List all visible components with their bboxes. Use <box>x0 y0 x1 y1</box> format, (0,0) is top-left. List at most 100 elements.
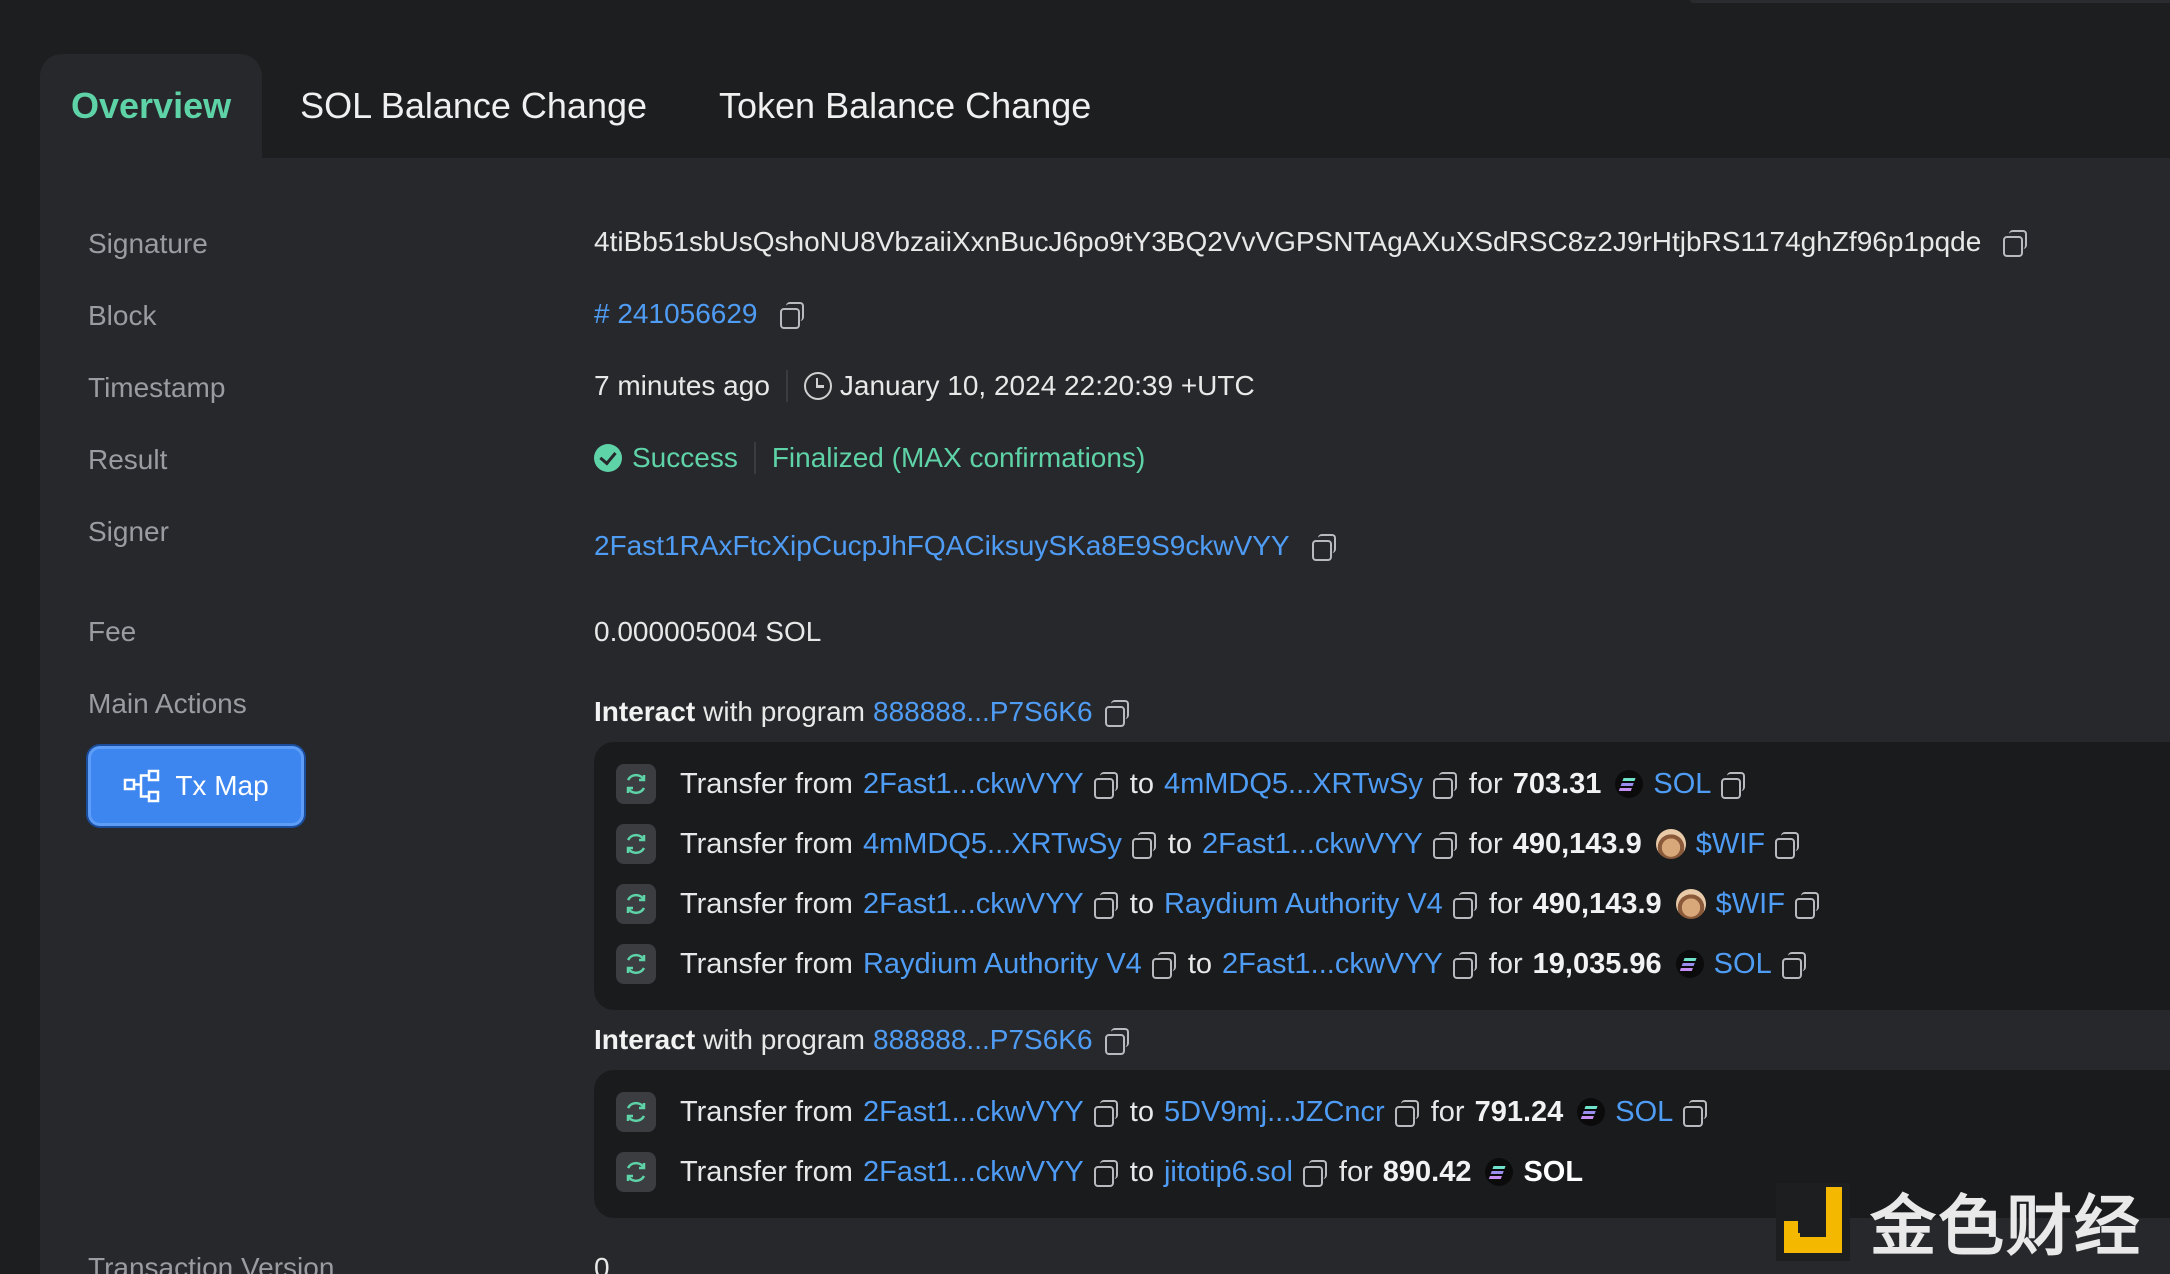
program-link[interactable]: 888888...P7S6K6 <box>873 1024 1093 1056</box>
jinse-logo-icon <box>1776 1183 1850 1261</box>
for-word: for <box>1488 947 1523 980</box>
copy-icon[interactable] <box>1719 770 1747 799</box>
tx-version-value: 0 <box>594 1252 610 1274</box>
to-address-link[interactable]: 2Fast1...ckwVYY <box>1222 948 1443 981</box>
signer-link[interactable]: 2Fast1RAxFtcXipCucpJhFQACiksuySKa8E9S9ck… <box>594 530 1290 562</box>
transfer-row: Transfer from 2Fast1...ckwVYY to jitotip… <box>616 1152 1583 1192</box>
copy-icon[interactable] <box>1431 830 1459 859</box>
refresh-icon <box>616 824 656 864</box>
copy-icon[interactable] <box>1103 1026 1131 1055</box>
timestamp-label: Timestamp <box>88 372 226 403</box>
result-label: Result <box>88 444 168 475</box>
from-address-link[interactable]: 2Fast1...ckwVYY <box>863 888 1084 921</box>
copy-icon[interactable] <box>2001 228 2029 257</box>
token-link[interactable]: $WIF <box>1696 828 1765 861</box>
page: Overview SOL Balance Change Token Balanc… <box>0 0 2170 1274</box>
wif-icon <box>1675 889 1706 919</box>
token-link[interactable]: SOL <box>1653 768 1711 801</box>
copy-icon[interactable] <box>1773 830 1801 859</box>
amount: 791.24 <box>1474 1095 1564 1128</box>
copy-icon[interactable] <box>1681 1098 1709 1127</box>
transfer-row: Transfer from 2Fast1...ckwVYY to 4mMDQ5.… <box>616 764 1747 804</box>
to-address-link[interactable]: 4mMDQ5...XRTwSy <box>1164 768 1423 801</box>
main-actions-label: Main Actions <box>88 688 247 719</box>
for-word: for <box>1338 1155 1373 1188</box>
transfer-row: Transfer from 4mMDQ5...XRTwSy to 2Fast1.… <box>616 824 1801 864</box>
success-check-icon <box>594 444 622 472</box>
copy-icon[interactable] <box>1130 830 1158 859</box>
clock-icon <box>803 372 832 400</box>
for-word: for <box>1430 1095 1465 1128</box>
flow-map-icon <box>124 769 160 803</box>
sol-icon <box>1485 1158 1514 1186</box>
amount: 19,035.96 <box>1532 947 1662 980</box>
transfer-from-word: Transfer from <box>680 767 853 800</box>
from-address-link[interactable]: 2Fast1...ckwVYY <box>863 768 1084 801</box>
for-word: for <box>1488 887 1523 920</box>
signature-value: 4tiBb51sbUsQshoNU8VbzaiiXxnBucJ6po9tY3BQ… <box>594 226 1982 257</box>
transfer-from-word: Transfer from <box>680 947 853 980</box>
copy-icon[interactable] <box>1301 1158 1329 1187</box>
token-link[interactable]: $WIF <box>1716 888 1785 921</box>
signature-row: 4tiBb51sbUsQshoNU8VbzaiiXxnBucJ6po9tY3BQ… <box>594 226 2029 258</box>
copy-icon[interactable] <box>1150 950 1178 979</box>
transfer-row: Transfer from 2Fast1...ckwVYY to Raydium… <box>616 884 1821 924</box>
transfer-from-word: Transfer from <box>680 827 853 860</box>
transfer-row: Transfer from 2Fast1...ckwVYY to 5DV9mj.… <box>616 1092 1709 1132</box>
amount: 490,143.9 <box>1512 827 1642 860</box>
copy-icon[interactable] <box>1451 890 1479 919</box>
to-address-link[interactable]: 5DV9mj...JZCncr <box>1164 1096 1385 1129</box>
to-word: to <box>1129 887 1154 920</box>
to-address-link[interactable]: Raydium Authority V4 <box>1164 888 1443 921</box>
copy-icon[interactable] <box>1451 950 1479 979</box>
result-status: Success <box>632 442 738 473</box>
timestamp-relative: 7 minutes ago <box>594 370 770 401</box>
copy-icon[interactable] <box>1780 950 1808 979</box>
token-link[interactable]: SOL <box>1615 1096 1673 1129</box>
transfer-from-word: Transfer from <box>680 1095 853 1128</box>
refresh-icon <box>616 884 656 924</box>
watermark-logo: 金色财经 <box>1776 1180 2156 1265</box>
tab-token-balance-change[interactable]: Token Balance Change <box>681 54 1125 158</box>
copy-icon[interactable] <box>1092 1098 1120 1127</box>
for-word: for <box>1468 767 1503 800</box>
for-word: for <box>1468 827 1503 860</box>
wif-icon <box>1655 829 1686 859</box>
transfer-row: Transfer from Raydium Authority V4 to 2F… <box>616 944 1808 984</box>
token-label: SOL <box>1523 1155 1584 1188</box>
copy-icon[interactable] <box>1103 698 1131 727</box>
tx-map-label: Tx Map <box>175 770 269 801</box>
sol-icon <box>1675 950 1704 978</box>
signer-row: 2Fast1RAxFtcXipCucpJhFQACiksuySKa8E9S9ck… <box>594 530 1338 562</box>
interact-prefix: Interact <box>594 1024 696 1055</box>
copy-icon[interactable] <box>1092 890 1120 919</box>
from-address-link[interactable]: 2Fast1...ckwVYY <box>863 1096 1084 1129</box>
copy-icon[interactable] <box>778 300 806 329</box>
copy-icon[interactable] <box>1793 890 1821 919</box>
to-address-link[interactable]: jitotip6.sol <box>1164 1156 1293 1189</box>
tx-map-button[interactable]: Tx Map <box>88 746 304 826</box>
program-link[interactable]: 888888...P7S6K6 <box>873 696 1093 728</box>
copy-icon[interactable] <box>1092 770 1120 799</box>
copy-icon[interactable] <box>1431 770 1459 799</box>
to-word: to <box>1129 767 1154 800</box>
to-address-link[interactable]: 2Fast1...ckwVYY <box>1202 828 1423 861</box>
transfer-from-word: Transfer from <box>680 1155 853 1188</box>
from-address-link[interactable]: 2Fast1...ckwVYY <box>863 1156 1084 1189</box>
from-address-link[interactable]: Raydium Authority V4 <box>863 948 1142 981</box>
divider <box>753 442 756 474</box>
to-word: to <box>1129 1155 1154 1188</box>
from-address-link[interactable]: 4mMDQ5...XRTwSy <box>863 828 1122 861</box>
fee-label: Fee <box>88 616 137 647</box>
copy-icon[interactable] <box>1310 532 1338 561</box>
to-word: to <box>1187 947 1212 980</box>
tab-overview[interactable]: Overview <box>40 54 263 158</box>
block-link[interactable]: # 241056629 <box>594 298 758 330</box>
refresh-icon <box>616 764 656 804</box>
tab-bar: Overview SOL Balance Change Token Balanc… <box>40 54 1125 158</box>
result-row: Success Finalized (MAX confirmations) <box>594 442 1145 474</box>
copy-icon[interactable] <box>1092 1158 1120 1187</box>
copy-icon[interactable] <box>1393 1098 1421 1127</box>
token-link[interactable]: SOL <box>1714 948 1772 981</box>
tab-sol-balance-change[interactable]: SOL Balance Change <box>262 54 681 158</box>
